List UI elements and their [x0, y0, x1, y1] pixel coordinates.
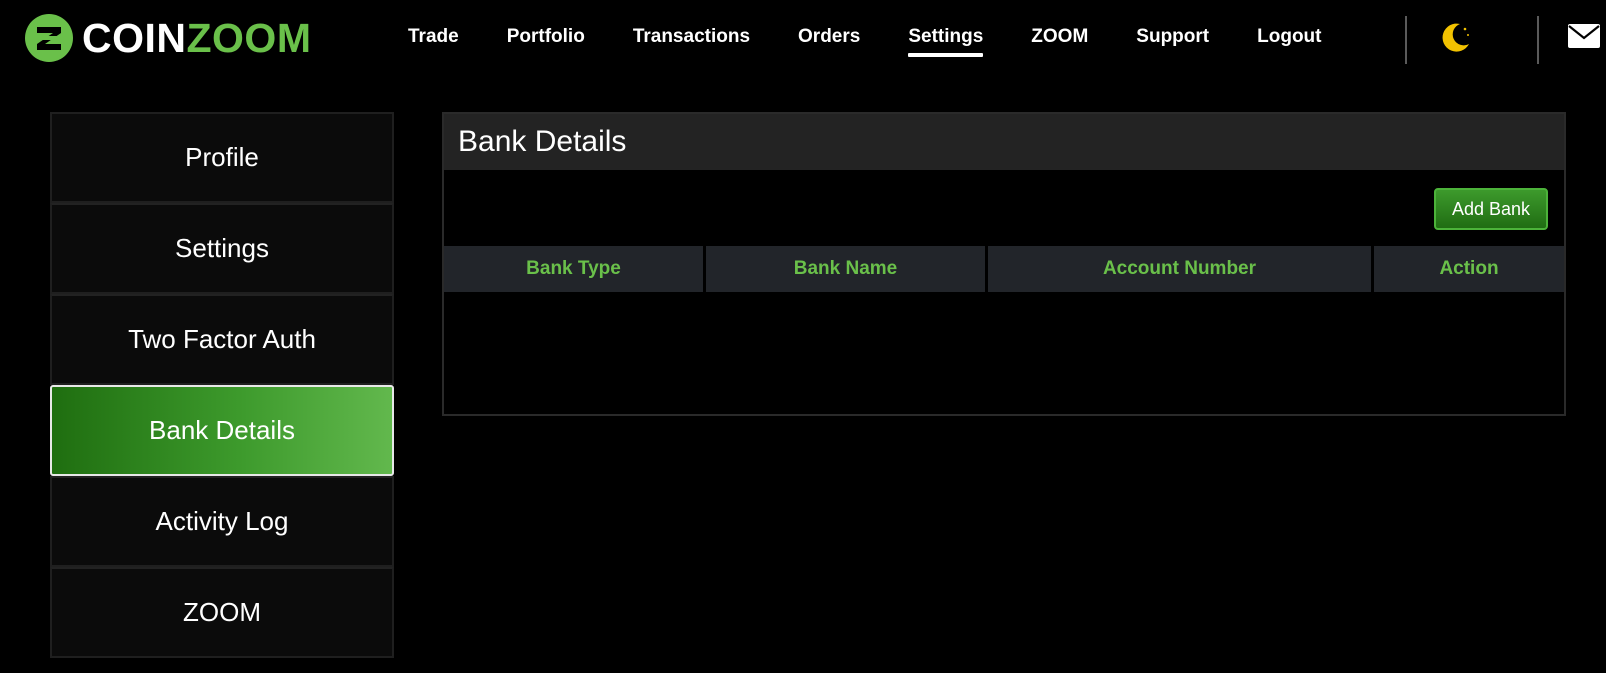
- column-header-bank-type[interactable]: Bank Type: [444, 246, 706, 292]
- logo-text-green: ZOOM: [186, 15, 312, 61]
- header-divider: [1405, 16, 1407, 64]
- settings-sidebar: Profile Settings Two Factor Auth Bank De…: [50, 112, 394, 658]
- sidebar-item-settings[interactable]: Settings: [50, 203, 394, 294]
- top-header: COINZOOM Trade Portfolio Transactions Or…: [0, 0, 1606, 80]
- sidebar-item-zoom[interactable]: ZOOM: [50, 567, 394, 658]
- nav-transactions[interactable]: Transactions: [633, 0, 750, 56]
- sidebar-item-profile[interactable]: Profile: [50, 112, 394, 203]
- logo-mark-icon: [25, 14, 73, 62]
- sidebar-item-bank-details[interactable]: Bank Details: [50, 385, 394, 476]
- bank-table-header: Bank Type Bank Name Account Number Actio…: [444, 246, 1564, 292]
- sidebar-item-activity-log[interactable]: Activity Log: [50, 476, 394, 567]
- logo-text-white: COIN: [82, 15, 187, 61]
- bank-table-body: [444, 292, 1564, 414]
- sidebar-item-two-factor-auth[interactable]: Two Factor Auth: [50, 294, 394, 385]
- bank-details-panel: Bank Details Add Bank Bank Type Bank Nam…: [442, 112, 1566, 416]
- nav-orders[interactable]: Orders: [798, 0, 860, 56]
- nav-zoom[interactable]: ZOOM: [1031, 0, 1088, 56]
- column-header-bank-name[interactable]: Bank Name: [706, 246, 988, 292]
- nav-support[interactable]: Support: [1136, 0, 1209, 56]
- nav-settings[interactable]: Settings: [908, 0, 983, 57]
- nav-trade[interactable]: Trade: [408, 0, 459, 56]
- nav-logout[interactable]: Logout: [1257, 0, 1321, 56]
- column-header-account-number[interactable]: Account Number: [988, 246, 1374, 292]
- header-divider: [1537, 16, 1539, 64]
- mail-icon[interactable]: [1568, 24, 1600, 48]
- panel-title: Bank Details: [444, 114, 1564, 170]
- main-nav: Trade Portfolio Transactions Orders Sett…: [384, 0, 1345, 80]
- nav-portfolio[interactable]: Portfolio: [507, 0, 585, 56]
- coinzoom-logo[interactable]: COINZOOM: [24, 12, 311, 64]
- column-header-action[interactable]: Action: [1374, 246, 1564, 292]
- logo-wordmark: COINZOOM: [82, 12, 311, 64]
- moon-icon[interactable]: [1438, 20, 1472, 54]
- add-bank-button[interactable]: Add Bank: [1434, 188, 1548, 230]
